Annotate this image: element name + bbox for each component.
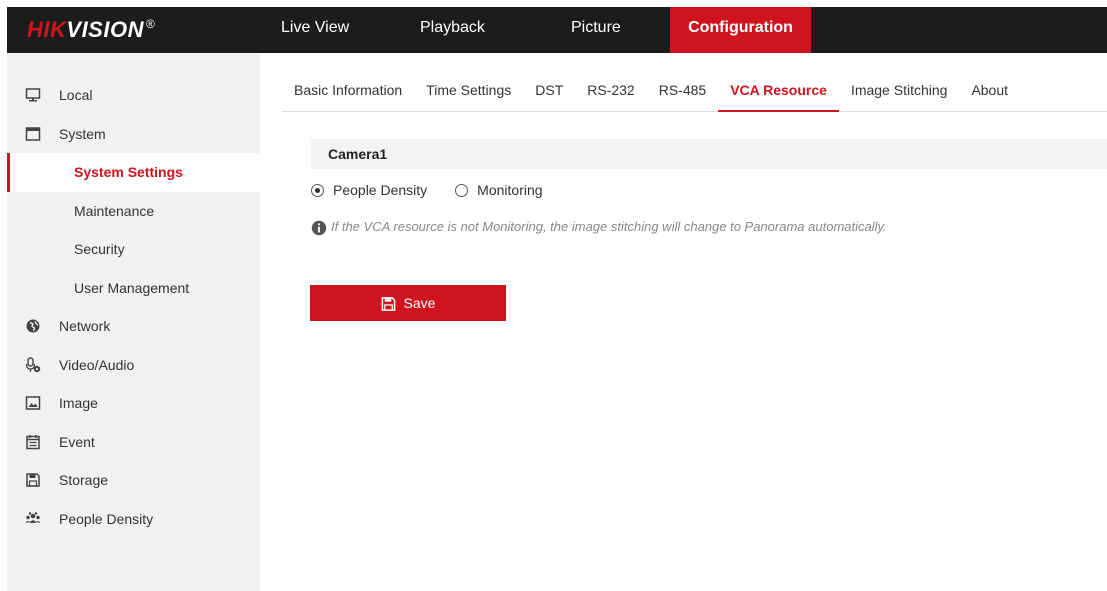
tab-about[interactable]: About <box>959 76 1020 112</box>
nav-playback[interactable]: Playback <box>400 7 540 53</box>
sidebar-item-system[interactable]: System <box>7 115 260 154</box>
tab-dst[interactable]: DST <box>523 76 575 112</box>
people-group-icon <box>25 511 41 527</box>
sidebar-item-user-management[interactable]: User Management <box>7 269 260 308</box>
sidebar-item-maintenance[interactable]: Maintenance <box>7 192 260 231</box>
main-nav: Live View Playback Picture Configuration <box>269 7 811 53</box>
info-icon <box>311 220 327 235</box>
sidebar-label-video-audio: Video/Audio <box>59 356 135 373</box>
sidebar-label-storage: Storage <box>59 472 109 489</box>
tab-rs485[interactable]: RS-485 <box>647 76 718 112</box>
nav-picture[interactable]: Picture <box>540 7 670 53</box>
logo-hik: HIK <box>27 17 67 42</box>
sidebar-label-local: Local <box>59 87 93 104</box>
monitor-icon <box>25 87 41 103</box>
sidebar-item-local[interactable]: Local <box>7 76 260 115</box>
calendar-icon <box>25 434 41 450</box>
save-button-label: Save <box>403 295 436 311</box>
sidebar-label-network: Network <box>59 318 111 335</box>
system-window-icon <box>25 126 41 142</box>
radio-label-monitoring: Monitoring <box>477 182 543 198</box>
sidebar-item-people-density[interactable]: People Density <box>7 500 260 539</box>
image-icon <box>25 395 41 411</box>
sidebar-item-event[interactable]: Event <box>7 423 260 462</box>
radio-people-density[interactable]: People Density <box>311 182 427 198</box>
sidebar-item-system-settings[interactable]: System Settings <box>7 153 260 192</box>
info-note: If the VCA resource is not Monitoring, t… <box>311 219 887 235</box>
info-note-text: If the VCA resource is not Monitoring, t… <box>331 219 887 234</box>
settings-tabs: Basic Information Time Settings DST RS-2… <box>282 76 1107 112</box>
logo-vision: VISION <box>66 17 144 42</box>
nav-configuration[interactable]: Configuration <box>670 7 811 53</box>
globe-icon <box>25 318 41 334</box>
sidebar: Local System System Settings Maintenance… <box>7 53 260 591</box>
sidebar-item-image[interactable]: Image <box>7 384 260 423</box>
vca-resource-options: People Density Monitoring <box>311 182 571 198</box>
sidebar-item-network[interactable]: Network <box>7 307 260 346</box>
save-icon <box>381 296 396 311</box>
sidebar-label-image: Image <box>59 395 98 412</box>
microphone-icon <box>25 357 41 373</box>
sidebar-label-people-density: People Density <box>59 510 154 527</box>
sidebar-label-system: System <box>59 125 106 142</box>
radio-label-people-density: People Density <box>333 182 428 198</box>
top-bar: HIKVISION ® Live View Playback Picture Co… <box>7 7 1107 53</box>
tab-rs232[interactable]: RS-232 <box>575 76 646 112</box>
sidebar-label-event: Event <box>59 433 95 450</box>
nav-live-view[interactable]: Live View <box>269 7 400 53</box>
radio-circle[interactable] <box>455 183 469 197</box>
save-button[interactable]: Save <box>310 285 506 321</box>
radio-monitoring[interactable]: Monitoring <box>455 182 543 198</box>
logo-registered-mark: ® <box>145 17 156 31</box>
sidebar-item-video-audio[interactable]: Video/Audio <box>7 346 260 385</box>
tab-time-settings[interactable]: Time Settings <box>414 76 523 112</box>
tab-vca-resource[interactable]: VCA Resource <box>718 76 839 112</box>
sidebar-item-security[interactable]: Security <box>7 230 260 269</box>
camera-section-title: Camera1 <box>311 139 1107 169</box>
hikvision-logo: HIKVISION ® <box>27 17 155 43</box>
tab-basic-information[interactable]: Basic Information <box>282 76 414 112</box>
tab-image-stitching[interactable]: Image Stitching <box>839 76 960 112</box>
sidebar-item-storage[interactable]: Storage <box>7 461 260 500</box>
radio-circle-selected[interactable] <box>311 183 324 197</box>
floppy-disk-icon <box>25 472 41 488</box>
